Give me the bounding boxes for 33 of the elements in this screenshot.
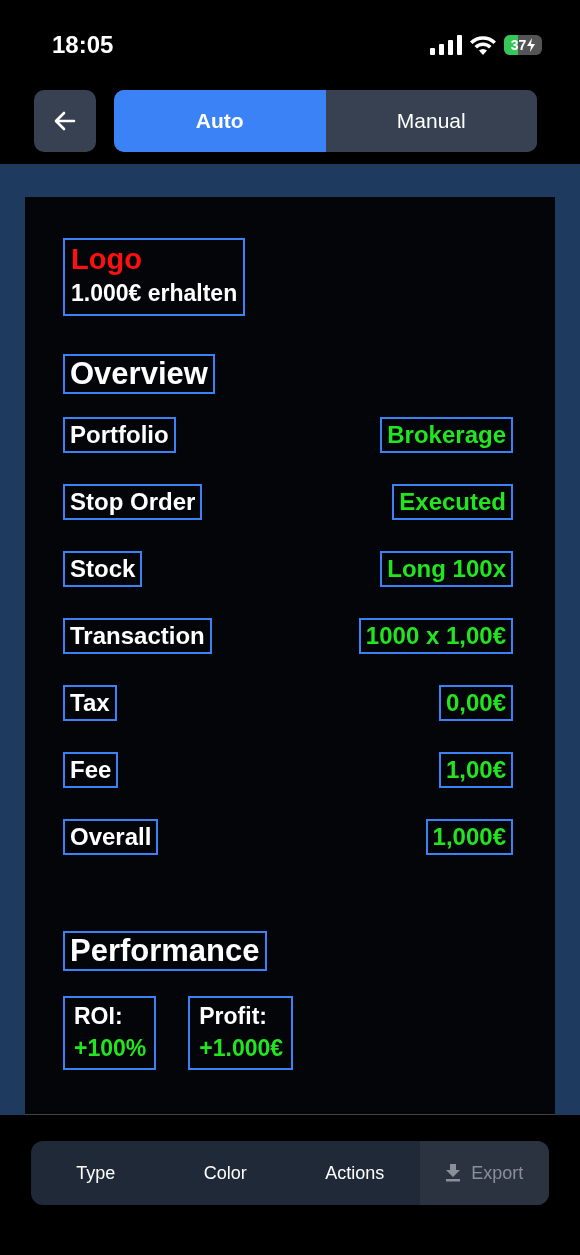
status-time: 18:05 [52,31,114,59]
row-label: Overall [63,819,159,855]
row-value: 1,000€ [425,819,513,855]
row-label: Transaction [63,618,212,654]
row-label: Portfolio [63,417,176,453]
wifi-icon [470,35,496,55]
back-button[interactable] [34,90,96,152]
row-label: Fee [63,752,119,788]
row-label: Stock [63,551,143,587]
row-value: Brokerage [380,417,513,453]
row-value: Executed [392,484,513,520]
metric-label: Profit: [199,1002,268,1031]
row-value: 1,00€ [438,752,513,788]
signal-icon [430,35,462,55]
bonus-text: 1.000€ erhalten [71,279,238,308]
section-title: Performance [63,931,267,971]
row-value: 0,00€ [438,685,513,721]
row-value: Long 100x [380,551,513,587]
mode-tab[interactable]: Auto [114,90,326,152]
toolbar-button[interactable]: Actions [290,1141,420,1205]
row-label: Tax [63,685,117,721]
section-title: Overview [63,354,215,394]
row-label: Stop Order [63,484,203,520]
row-value: 1000 x 1,00€ [358,618,513,654]
toolbar-button[interactable]: Type [31,1141,161,1205]
metric-value: +1.000€ [199,1034,284,1063]
metric-label: ROI: [74,1002,124,1031]
back-arrow-icon [54,111,76,131]
logo-text: Logo [71,242,143,276]
metric-value: +100% [74,1034,147,1063]
download-icon [445,1164,462,1182]
bolt-icon [527,38,536,52]
toolbar-button[interactable]: Color [160,1141,290,1205]
